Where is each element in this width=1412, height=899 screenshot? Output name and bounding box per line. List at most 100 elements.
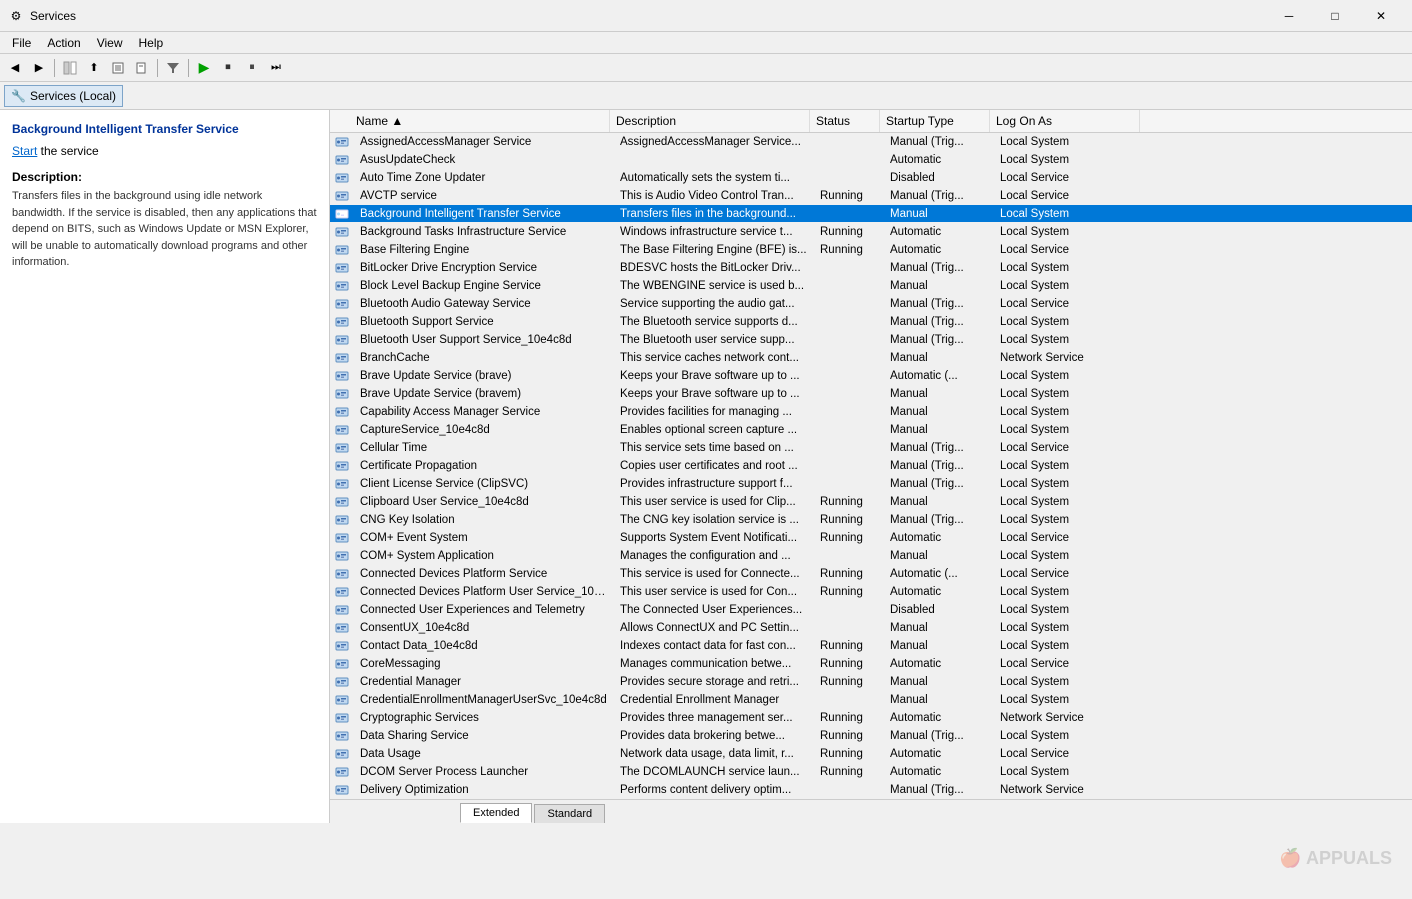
service-description-cell: This service sets time based on ... xyxy=(614,440,814,456)
table-row[interactable]: AsusUpdateCheckAutomaticLocal System xyxy=(330,151,1412,169)
service-row-icon xyxy=(334,440,350,456)
service-startup-cell: Manual xyxy=(884,638,994,654)
table-row[interactable]: Credential ManagerProvides secure storag… xyxy=(330,673,1412,691)
table-row[interactable]: Cellular TimeThis service sets time base… xyxy=(330,439,1412,457)
table-row[interactable]: Client License Service (ClipSVC)Provides… xyxy=(330,475,1412,493)
table-row[interactable]: COM+ System ApplicationManages the confi… xyxy=(330,547,1412,565)
service-description-cell: Supports System Event Notificati... xyxy=(614,530,814,546)
table-row[interactable]: DCOM Server Process LauncherThe DCOMLAUN… xyxy=(330,763,1412,781)
title-bar: ⚙ Services ─ □ ✕ xyxy=(0,0,1412,32)
service-description-cell: Credential Enrollment Manager xyxy=(614,692,814,708)
service-logon-cell: Local Service xyxy=(994,530,1144,546)
table-row[interactable]: Data Sharing ServiceProvides data broker… xyxy=(330,727,1412,745)
service-description-cell: The Bluetooth service supports d... xyxy=(614,314,814,330)
table-row[interactable]: Bluetooth Audio Gateway ServiceService s… xyxy=(330,295,1412,313)
menu-help[interactable]: Help xyxy=(131,34,172,52)
service-name-cell: Cryptographic Services xyxy=(354,710,614,726)
table-row[interactable]: Bluetooth Support ServiceThe Bluetooth s… xyxy=(330,313,1412,331)
table-row[interactable]: CaptureService_10e4c8dEnables optional s… xyxy=(330,421,1412,439)
start-service-link[interactable]: Start xyxy=(12,144,37,158)
service-description-cell: BDESVC hosts the BitLocker Driv... xyxy=(614,260,814,276)
export-button[interactable] xyxy=(131,57,153,79)
table-row[interactable]: COM+ Event SystemSupports System Event N… xyxy=(330,529,1412,547)
table-row[interactable]: AssignedAccessManager ServiceAssignedAcc… xyxy=(330,133,1412,151)
service-logon-cell: Local System xyxy=(994,386,1144,402)
service-logon-cell: Local System xyxy=(994,476,1144,492)
service-name-cell: Background Tasks Infrastructure Service xyxy=(354,224,614,240)
service-status-cell xyxy=(814,554,884,558)
service-logon-cell: Local System xyxy=(994,422,1144,438)
start-service-button[interactable]: ▶ xyxy=(193,57,215,79)
table-row[interactable]: Cryptographic ServicesProvides three man… xyxy=(330,709,1412,727)
service-status-cell xyxy=(814,176,884,180)
table-row[interactable]: Brave Update Service (brave)Keeps your B… xyxy=(330,367,1412,385)
menu-action[interactable]: Action xyxy=(39,34,88,52)
table-row[interactable]: Connected Devices Platform User Service_… xyxy=(330,583,1412,601)
table-row[interactable]: BranchCacheThis service caches network c… xyxy=(330,349,1412,367)
restart-service-button[interactable]: ⏭ xyxy=(265,57,287,79)
service-row-icon xyxy=(334,332,350,348)
table-row[interactable]: Background Intelligent Transfer ServiceT… xyxy=(330,205,1412,223)
table-row[interactable]: Base Filtering EngineThe Base Filtering … xyxy=(330,241,1412,259)
show-hide-button[interactable] xyxy=(59,57,81,79)
table-row[interactable]: BitLocker Drive Encryption ServiceBDESVC… xyxy=(330,259,1412,277)
service-description-cell: Provides facilities for managing ... xyxy=(614,404,814,420)
header-logon[interactable]: Log On As xyxy=(990,110,1140,132)
service-row-icon xyxy=(334,260,350,276)
header-startup[interactable]: Startup Type xyxy=(880,110,990,132)
forward-button[interactable]: ▶ xyxy=(28,57,50,79)
minimize-button[interactable]: ─ xyxy=(1266,0,1312,32)
back-button[interactable]: ◀ xyxy=(4,57,26,79)
stop-service-button[interactable]: ⏹ xyxy=(217,57,239,79)
service-name-cell: Data Usage xyxy=(354,746,614,762)
table-row[interactable]: AVCTP serviceThis is Audio Video Control… xyxy=(330,187,1412,205)
table-row[interactable]: Auto Time Zone UpdaterAutomatically sets… xyxy=(330,169,1412,187)
pause-service-button[interactable]: ⏸ xyxy=(241,57,263,79)
table-row[interactable]: Capability Access Manager ServiceProvide… xyxy=(330,403,1412,421)
menu-view[interactable]: View xyxy=(89,34,131,52)
service-name-cell: CNG Key Isolation xyxy=(354,512,614,528)
table-row[interactable]: Brave Update Service (bravem)Keeps your … xyxy=(330,385,1412,403)
service-description-cell: The Base Filtering Engine (BFE) is... xyxy=(614,242,814,258)
service-startup-cell: Manual (Trig... xyxy=(884,134,994,150)
table-row[interactable]: ConsentUX_10e4c8dAllows ConnectUX and PC… xyxy=(330,619,1412,637)
table-row[interactable]: Contact Data_10e4c8dIndexes contact data… xyxy=(330,637,1412,655)
table-row[interactable]: Connected User Experiences and Telemetry… xyxy=(330,601,1412,619)
table-row[interactable]: Clipboard User Service_10e4c8dThis user … xyxy=(330,493,1412,511)
table-row[interactable]: Background Tasks Infrastructure ServiceW… xyxy=(330,223,1412,241)
header-description[interactable]: Description xyxy=(610,110,810,132)
description-label: Description: xyxy=(12,170,317,184)
service-startup-cell: Manual (Trig... xyxy=(884,188,994,204)
header-name[interactable]: Name ▲ xyxy=(350,110,610,132)
service-row-icon xyxy=(334,620,350,636)
service-row-icon xyxy=(334,530,350,546)
service-name-cell: Bluetooth Support Service xyxy=(354,314,614,330)
table-row[interactable]: Certificate PropagationCopies user certi… xyxy=(330,457,1412,475)
close-button[interactable]: ✕ xyxy=(1358,0,1404,32)
table-row[interactable]: Delivery OptimizationPerforms content de… xyxy=(330,781,1412,799)
table-row[interactable]: CoreMessagingManages communication betwe… xyxy=(330,655,1412,673)
service-description-cell: Copies user certificates and root ... xyxy=(614,458,814,474)
table-row[interactable]: Block Level Backup Engine ServiceThe WBE… xyxy=(330,277,1412,295)
up-one-level-button[interactable]: ⬆ xyxy=(83,57,105,79)
service-startup-cell: Automatic xyxy=(884,710,994,726)
maximize-button[interactable]: □ xyxy=(1312,0,1358,32)
service-action-text: Start the service xyxy=(12,144,317,158)
service-status-cell xyxy=(814,428,884,432)
table-row[interactable]: Data UsageNetwork data usage, data limit… xyxy=(330,745,1412,763)
menu-file[interactable]: File xyxy=(4,34,39,52)
table-row[interactable]: CredentialEnrollmentManagerUserSvc_10e4c… xyxy=(330,691,1412,709)
tab-standard[interactable]: Standard xyxy=(534,804,605,823)
table-row[interactable]: Bluetooth User Support Service_10e4c8dTh… xyxy=(330,331,1412,349)
service-status-cell xyxy=(814,158,884,162)
properties-button[interactable] xyxy=(107,57,129,79)
filter-button[interactable] xyxy=(162,57,184,79)
tab-extended[interactable]: Extended xyxy=(460,803,532,823)
header-status[interactable]: Status xyxy=(810,110,880,132)
table-row[interactable]: Connected Devices Platform ServiceThis s… xyxy=(330,565,1412,583)
nav-services-local[interactable]: 🔧 Services (Local) xyxy=(4,85,123,107)
service-startup-cell: Manual (Trig... xyxy=(884,314,994,330)
service-row-icon xyxy=(334,224,350,240)
table-row[interactable]: CNG Key IsolationThe CNG key isolation s… xyxy=(330,511,1412,529)
service-logon-cell: Local System xyxy=(994,458,1144,474)
